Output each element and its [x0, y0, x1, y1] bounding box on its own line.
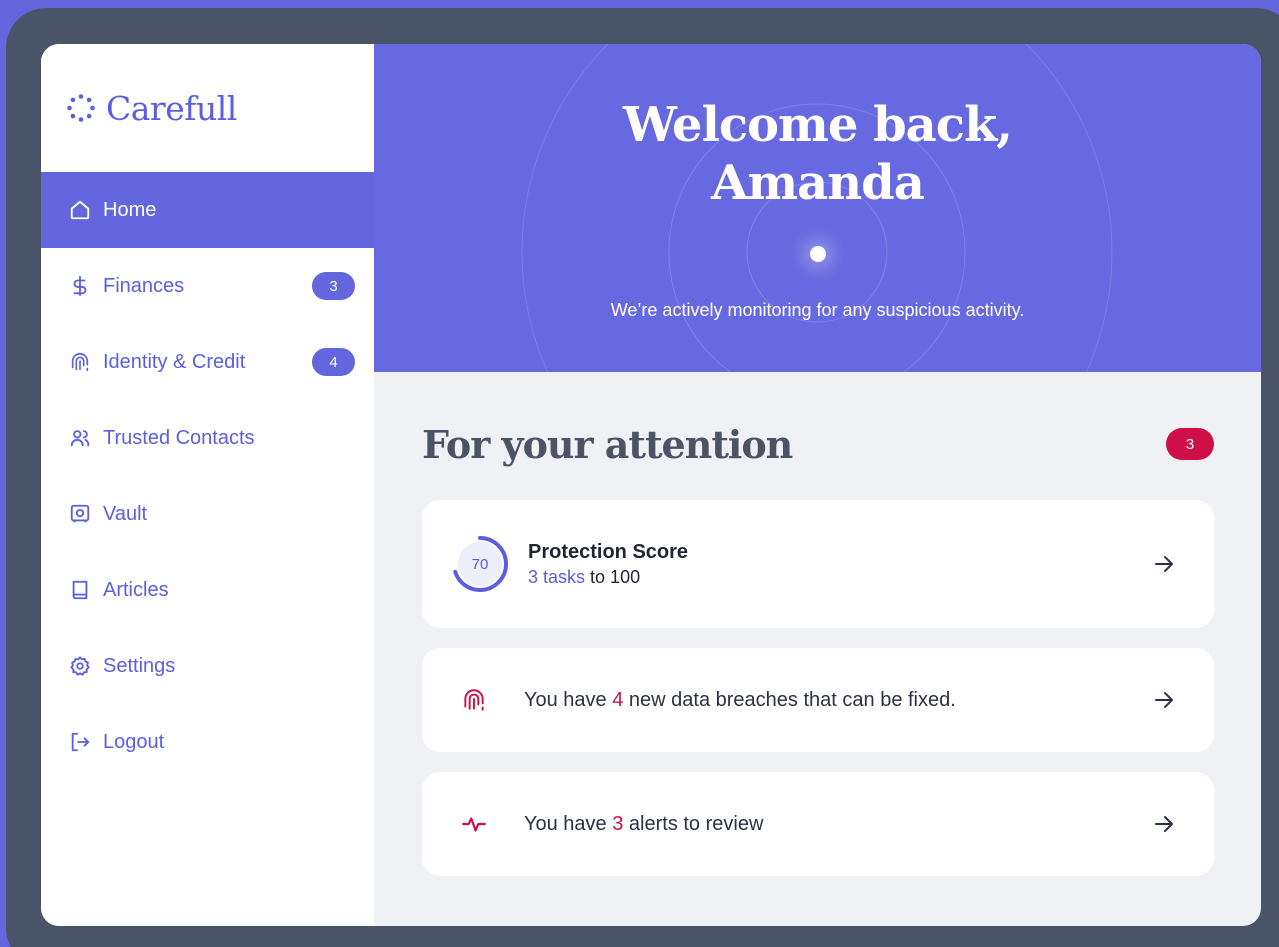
sidebar-item-label: Settings — [103, 654, 176, 677]
logo-text: Carefull — [106, 88, 237, 128]
app-logo[interactable]: Carefull — [41, 44, 374, 172]
sidebar-item-logout[interactable]: Logout — [41, 704, 374, 780]
alerts-suffix: alerts to review — [623, 812, 764, 835]
attention-header: For your attention 3 — [422, 420, 1214, 468]
users-icon — [68, 426, 92, 450]
score-title: Protection Score — [528, 540, 689, 563]
score-text: Protection Score 3 tasks to 100 — [528, 541, 688, 588]
main-content: Welcome back, Amanda We’re actively moni… — [374, 44, 1261, 926]
device-frame: Carefull Home Finances 3 Identity & Cred… — [6, 8, 1279, 947]
monitoring-status: We’re actively monitoring for any suspic… — [610, 300, 1025, 320]
app-screen: Carefull Home Finances 3 Identity & Cred… — [41, 44, 1261, 926]
alerts-prefix: You have — [524, 812, 613, 835]
welcome-heading: Welcome back, Amanda — [623, 96, 1013, 212]
score-target: to 100 — [590, 566, 641, 587]
data-breaches-card[interactable]: You have 4 new data breaches that can be… — [422, 648, 1214, 752]
activity-pulse-icon — [460, 810, 488, 838]
alerts-count: 3 — [612, 812, 624, 835]
fingerprint-icon — [68, 350, 92, 374]
breaches-message: You have 4 new data breaches that can be… — [524, 689, 956, 712]
arrow-right-icon[interactable] — [1152, 552, 1176, 576]
sidebar-item-label: Trusted Contacts — [103, 426, 255, 449]
sidebar-item-label: Finances — [103, 274, 185, 297]
score-ring: 70 — [450, 534, 510, 594]
sidebar-item-articles[interactable]: Articles — [41, 552, 374, 628]
vault-icon — [68, 502, 92, 526]
sidebar-item-finances[interactable]: Finances 3 — [41, 248, 374, 324]
sidebar-item-label: Logout — [103, 730, 165, 753]
sidebar-item-trusted-contacts[interactable]: Trusted Contacts — [41, 400, 374, 476]
finances-count-badge: 3 — [312, 272, 355, 300]
sidebar-item-home[interactable]: Home — [41, 172, 374, 248]
user-name: Amanda — [711, 155, 925, 211]
fingerprint-icon — [460, 686, 488, 714]
breaches-suffix: new data breaches that can be fixed. — [623, 688, 956, 711]
sidebar-item-label: Articles — [103, 578, 169, 601]
attention-section: For your attention 3 70 Protection Score — [374, 372, 1261, 876]
sidebar-item-vault[interactable]: Vault — [41, 476, 374, 552]
section-title: For your attention — [422, 421, 793, 467]
welcome-banner: Welcome back, Amanda We’re actively moni… — [374, 44, 1261, 372]
sidebar-item-label: Home — [103, 198, 157, 221]
score-subtitle: 3 tasks to 100 — [528, 567, 688, 588]
gear-icon — [68, 654, 92, 678]
logout-icon — [68, 730, 92, 754]
arrow-right-icon[interactable] — [1152, 812, 1176, 836]
logo-dots-icon — [67, 94, 95, 122]
alerts-card[interactable]: You have 3 alerts to review — [422, 772, 1214, 876]
arrow-right-icon[interactable] — [1152, 688, 1176, 712]
sidebar-item-settings[interactable]: Settings — [41, 628, 374, 704]
breaches-prefix: You have — [524, 688, 613, 711]
attention-count-badge: 3 — [1166, 428, 1214, 460]
protection-score-card[interactable]: 70 Protection Score 3 tasks to 100 — [422, 500, 1214, 628]
sidebar-item-label: Vault — [103, 502, 148, 525]
tasks-link[interactable]: 3 tasks — [528, 567, 585, 587]
welcome-line-1: Welcome back, — [623, 97, 1013, 153]
sidebar-nav: Home Finances 3 Identity & Credit 4 Trus… — [41, 172, 374, 780]
sidebar: Carefull Home Finances 3 Identity & Cred… — [41, 44, 374, 926]
score-value: 70 — [471, 555, 489, 573]
book-icon — [68, 578, 92, 602]
sidebar-item-label: Identity & Credit — [103, 350, 246, 373]
dollar-icon — [68, 274, 92, 298]
alerts-message: You have 3 alerts to review — [524, 813, 763, 836]
breaches-count: 4 — [612, 688, 624, 711]
monitoring-indicator — [809, 246, 826, 262]
home-icon — [68, 198, 92, 222]
sidebar-item-identity-credit[interactable]: Identity & Credit 4 — [41, 324, 374, 400]
identity-count-badge: 4 — [312, 348, 355, 376]
